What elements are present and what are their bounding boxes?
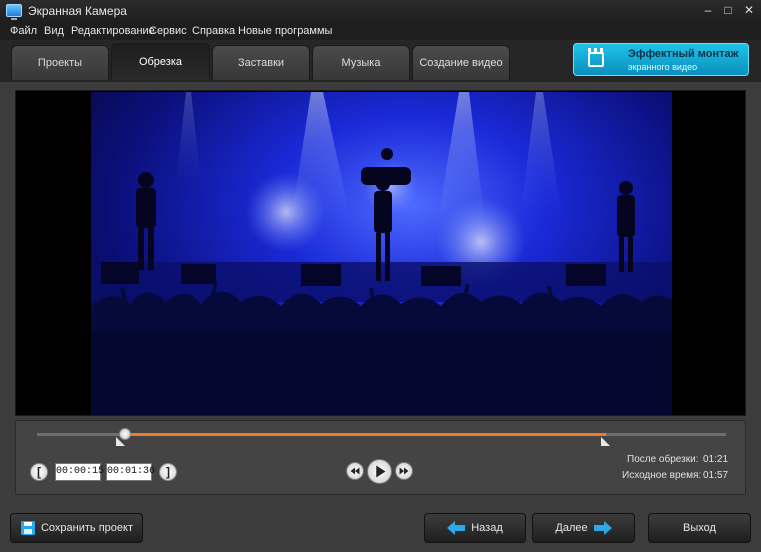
exit-button[interactable]: Выход xyxy=(648,513,751,543)
tab-create-video[interactable]: Создание видео xyxy=(412,45,510,80)
clapperboard-icon xyxy=(588,48,604,67)
menu-file[interactable]: Файл xyxy=(10,25,37,37)
monitor-icon xyxy=(6,4,22,20)
menu-view[interactable]: Вид xyxy=(44,25,64,37)
menu-edit[interactable]: Редактирование xyxy=(71,25,155,37)
window-title: Экранная Камера xyxy=(28,4,127,18)
menu-help[interactable]: Справка xyxy=(192,25,235,37)
menu-new-programs[interactable]: Новые программы xyxy=(238,25,332,37)
menu-bar: Файл Вид Редактирование Сервис Справка Н… xyxy=(0,22,761,40)
video-preview-panel xyxy=(15,90,746,416)
tab-projects[interactable]: Проекты xyxy=(11,45,109,80)
floppy-disk-icon xyxy=(20,521,35,536)
video-frame xyxy=(91,92,672,415)
tab-trim[interactable]: Обрезка xyxy=(111,43,210,80)
tab-intros[interactable]: Заставки xyxy=(212,45,310,80)
timeline-selection xyxy=(125,433,606,436)
set-end-button[interactable]: ] xyxy=(159,463,177,481)
start-time-field[interactable]: 00:00:15 xyxy=(55,463,104,481)
trim-end-marker[interactable] xyxy=(601,437,610,446)
next-button[interactable]: Далее xyxy=(532,513,635,543)
app-window: Экранная Камера – □ ✕ Файл Вид Редактиро… xyxy=(0,0,761,552)
promo-button[interactable]: Эффектный монтаж экранного видео xyxy=(573,43,749,76)
arrow-right-icon xyxy=(593,521,612,536)
trim-start-marker[interactable] xyxy=(116,437,125,446)
set-start-button[interactable]: [ xyxy=(30,463,48,481)
tab-music[interactable]: Музыка xyxy=(312,45,410,80)
title-bar: Экранная Камера – □ ✕ xyxy=(0,0,761,22)
close-button[interactable]: ✕ xyxy=(740,2,758,19)
after-trim-value: 01:21 xyxy=(703,454,729,465)
promo-title: Эффектный монтаж xyxy=(628,48,739,60)
original-time-value: 01:57 xyxy=(703,470,729,481)
exit-label: Выход xyxy=(683,522,716,535)
end-time-field[interactable]: 00:01:36 xyxy=(106,463,155,481)
back-label: Назад xyxy=(471,522,503,535)
maximize-button[interactable]: □ xyxy=(719,2,737,19)
original-time-label: Исходное время: xyxy=(622,470,702,481)
play-button[interactable] xyxy=(367,459,392,484)
save-project-button[interactable]: Сохранить проект xyxy=(10,513,143,543)
after-trim-label: После обрезки: xyxy=(627,454,699,465)
fast-forward-button[interactable] xyxy=(395,462,413,480)
arrow-left-icon xyxy=(447,521,466,536)
rewind-button[interactable] xyxy=(346,462,364,480)
minimize-button[interactable]: – xyxy=(699,2,717,19)
save-project-label: Сохранить проект xyxy=(40,522,133,535)
concert-scene-image xyxy=(91,92,672,415)
menu-service[interactable]: Сервис xyxy=(149,25,187,37)
promo-subtitle: экранного видео xyxy=(628,62,698,72)
next-label: Далее xyxy=(555,522,588,535)
back-button[interactable]: Назад xyxy=(424,513,526,543)
